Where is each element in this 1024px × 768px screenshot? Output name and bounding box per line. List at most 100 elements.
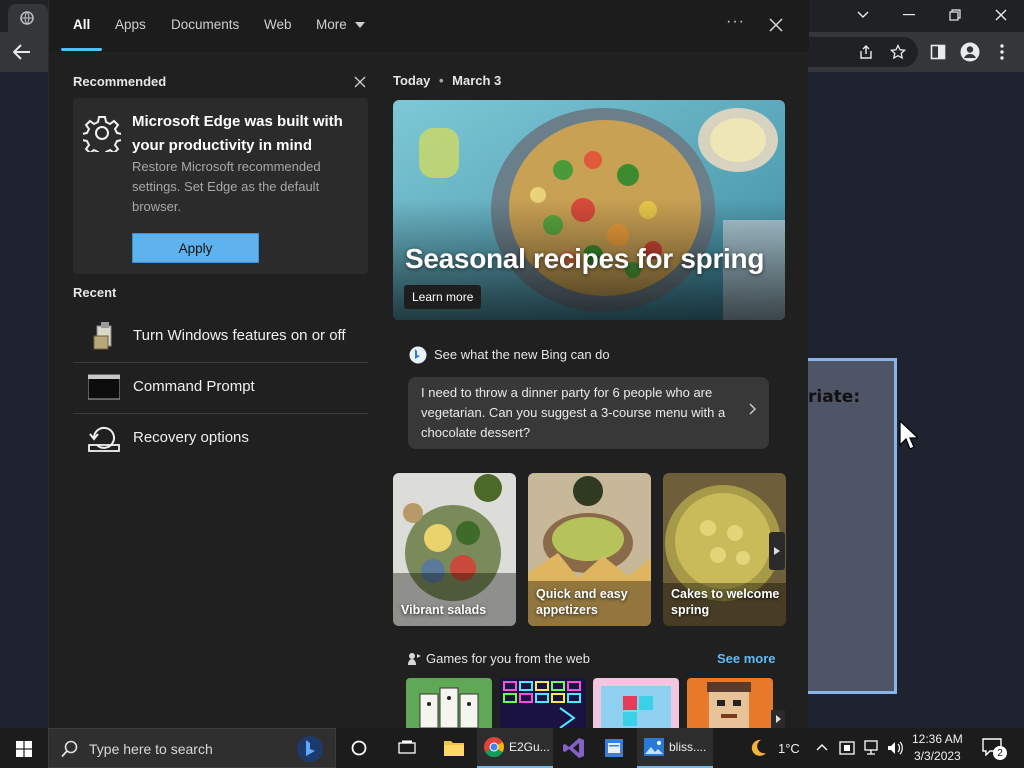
- tab-apps[interactable]: Apps: [115, 17, 146, 32]
- network-icon[interactable]: [862, 739, 880, 757]
- bing-chat-icon[interactable]: [295, 734, 325, 764]
- clock-time[interactable]: 12:36 AM: [912, 732, 963, 746]
- apply-button[interactable]: Apply: [132, 233, 259, 263]
- tab-web[interactable]: Web: [264, 17, 292, 32]
- folder-icon: [444, 741, 464, 756]
- bookmark-star-icon[interactable]: [886, 40, 910, 64]
- recent-item-windows-features[interactable]: Turn Windows features on or off: [73, 312, 368, 362]
- windows-start-icon[interactable]: [16, 741, 32, 757]
- command-prompt-icon: [88, 374, 120, 400]
- side-panel-icon[interactable]: [926, 40, 950, 64]
- today-date: March 3: [452, 73, 502, 88]
- profile-icon[interactable]: [958, 40, 982, 64]
- recommended-heading: Recommended: [73, 74, 167, 89]
- task-view-icon[interactable]: [398, 740, 416, 756]
- photos-icon: [644, 738, 664, 756]
- back-arrow-icon[interactable]: [10, 40, 34, 64]
- recommended-description: Restore Microsoft recommended settings. …: [132, 159, 321, 214]
- recent-item-command-prompt[interactable]: Command Prompt: [73, 363, 368, 413]
- recommended-card: Microsoft Edge was built with your produ…: [73, 98, 368, 274]
- document-window-icon: [605, 739, 623, 757]
- share-icon[interactable]: [854, 40, 878, 64]
- volume-icon[interactable]: [886, 739, 904, 757]
- notification-badge: 2: [993, 746, 1007, 760]
- games-next-button[interactable]: [771, 710, 785, 728]
- chevron-up-icon[interactable]: [816, 743, 828, 751]
- seasonal-recipes-hero[interactable]: Seasonal recipes for spring Learn more: [393, 100, 785, 320]
- bing-prompt-text: I need to throw a dinner party for 6 peo…: [421, 385, 726, 440]
- game-tile-bricks[interactable]: [500, 678, 586, 728]
- clock-date[interactable]: 3/3/2023: [914, 749, 961, 763]
- active-tab-indicator: [61, 48, 102, 51]
- dismiss-recommended-icon[interactable]: [354, 76, 366, 88]
- dominoes-game-image: [406, 678, 492, 728]
- recovery-icon: [88, 426, 120, 452]
- food-card-label: Cakes to welcome spring: [671, 587, 780, 617]
- weather-moon-icon[interactable]: [748, 738, 768, 758]
- games-heading: Games for you from the web: [426, 651, 591, 666]
- food-card-cakes[interactable]: Cakes to welcome spring: [663, 473, 786, 626]
- taskbar-app-label: bliss....: [669, 740, 707, 754]
- chevron-right-icon: [749, 403, 757, 415]
- tab-more[interactable]: More: [316, 17, 365, 32]
- game-tile-blocks[interactable]: [593, 678, 679, 728]
- taskbar-visual-studio[interactable]: [557, 728, 591, 768]
- tab-search-icon[interactable]: [840, 2, 886, 28]
- today-label: Today: [393, 73, 431, 88]
- weather-temperature[interactable]: 1°C: [778, 741, 800, 756]
- today-date-heading: Today • March 3: [393, 73, 502, 88]
- taskbar-app-label: E2Gu...: [509, 740, 550, 754]
- carousel-next-button[interactable]: [769, 532, 785, 570]
- hero-title: Seasonal recipes for spring: [405, 243, 765, 274]
- windows-features-icon: [93, 322, 112, 350]
- taskbar: Type here to search E2Gu... bliss.... 1°…: [0, 728, 1024, 768]
- bing-heading: See what the new Bing can do: [434, 347, 610, 362]
- taskbar-photos-app[interactable]: bliss....: [637, 728, 713, 768]
- blocky-character-game-image: [687, 678, 773, 728]
- game-tile-dominoes[interactable]: [406, 678, 492, 728]
- browser-tab[interactable]: [8, 4, 48, 32]
- tab-documents[interactable]: Documents: [171, 17, 239, 32]
- recent-item-recovery-options[interactable]: Recovery options: [73, 414, 368, 464]
- gear-icon: [83, 116, 121, 152]
- food-card-label: Quick and easy appetizers: [536, 587, 628, 617]
- cortana-icon[interactable]: [351, 740, 367, 756]
- taskbar-chrome-app[interactable]: E2Gu...: [477, 728, 553, 768]
- taskbar-search-box[interactable]: Type here to search: [48, 728, 336, 768]
- tab-all[interactable]: All: [73, 17, 90, 32]
- security-icon[interactable]: [838, 739, 856, 757]
- recent-item-label: Command Prompt: [133, 378, 255, 395]
- taskbar-file-explorer[interactable]: [435, 728, 473, 768]
- notification-center[interactable]: 2: [982, 738, 1007, 760]
- background-dialog: riate:: [808, 358, 897, 694]
- brick-breaker-game-image: [500, 678, 586, 728]
- chrome-icon: [484, 737, 505, 758]
- restore-icon[interactable]: [932, 2, 978, 28]
- chevron-down-icon: [354, 22, 365, 29]
- close-panel-icon[interactable]: [769, 18, 783, 32]
- taskbar-outlook[interactable]: [597, 728, 631, 768]
- block-puzzle-game-image: [593, 678, 679, 728]
- mouse-cursor-icon: [899, 420, 918, 450]
- menu-kebab-icon[interactable]: [990, 40, 1014, 64]
- recommended-title: Microsoft Edge was built with your produ…: [132, 113, 343, 154]
- search-icon: [61, 740, 78, 758]
- bing-logo-icon: [409, 346, 427, 364]
- search-placeholder: Type here to search: [89, 741, 213, 757]
- food-card-salads[interactable]: Vibrant salads: [393, 473, 516, 626]
- more-options-button[interactable]: ···: [726, 13, 745, 31]
- bing-prompt-card[interactable]: I need to throw a dinner party for 6 peo…: [408, 377, 769, 449]
- recent-item-label: Recovery options: [133, 429, 249, 446]
- visual-studio-icon: [563, 738, 584, 758]
- games-icon: [408, 653, 421, 665]
- minimize-icon[interactable]: [886, 2, 932, 28]
- learn-more-button[interactable]: Learn more: [404, 285, 482, 309]
- food-card-appetizers[interactable]: Quick and easy appetizers: [528, 473, 651, 626]
- see-more-link[interactable]: See more: [717, 651, 776, 666]
- game-tile-blocky[interactable]: [687, 678, 773, 728]
- recent-heading: Recent: [73, 285, 117, 300]
- search-panel: All Apps Documents Web More ··· Recommen…: [48, 0, 809, 728]
- play-right-icon: [775, 715, 781, 723]
- close-window-icon[interactable]: [978, 2, 1024, 28]
- globe-icon: [20, 11, 34, 25]
